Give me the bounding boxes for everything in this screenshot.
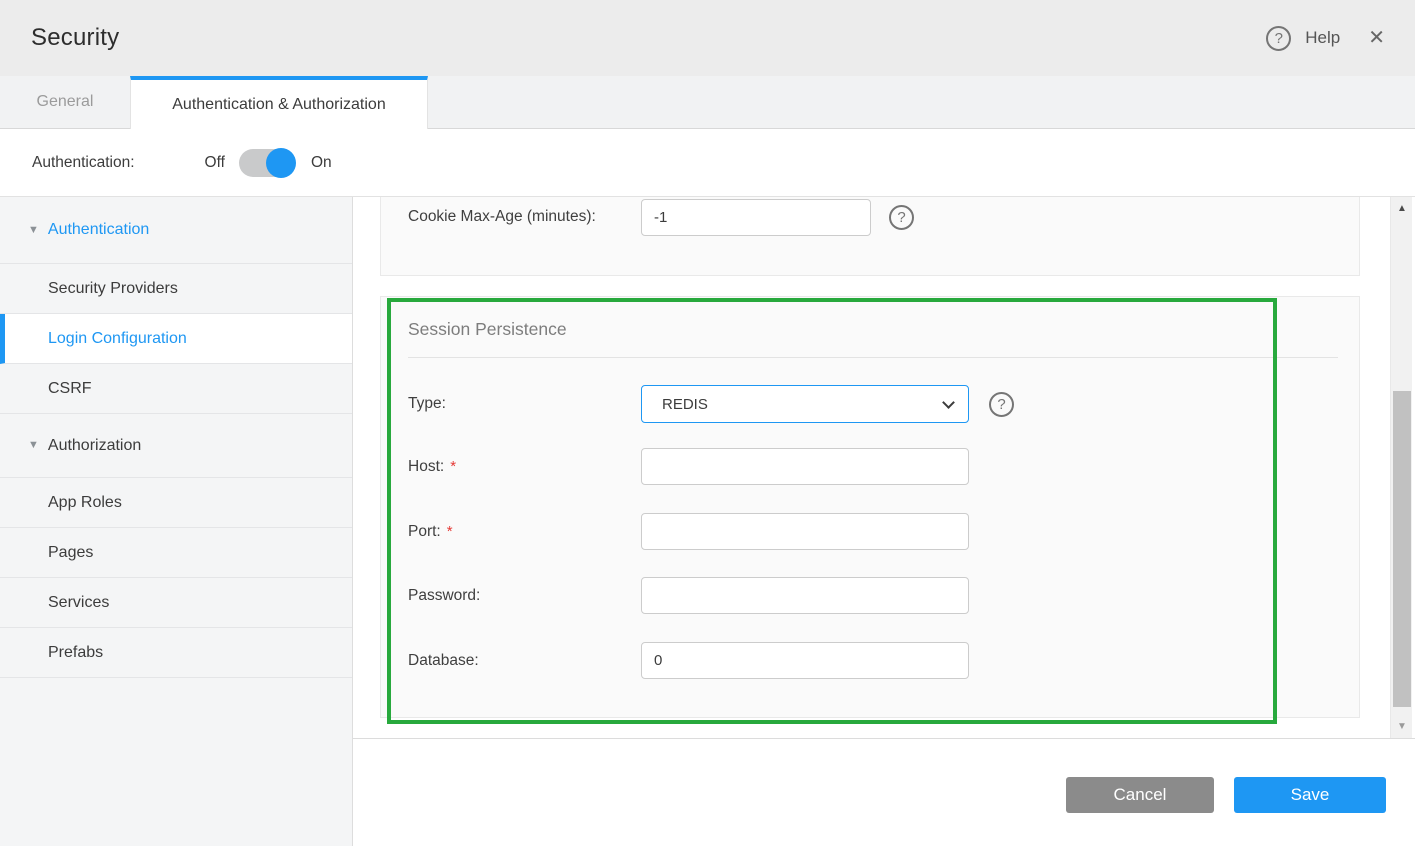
content-area: Cookie Max-Age (minutes): ? Session Pers… xyxy=(353,197,1415,846)
tab-general[interactable]: General xyxy=(0,76,130,128)
page-title: Security xyxy=(31,24,119,52)
scroll-down-arrow-icon[interactable]: ▼ xyxy=(1391,721,1413,732)
sidebar-item-security-providers[interactable]: Security Providers xyxy=(0,264,352,314)
sidebar-item-csrf[interactable]: CSRF xyxy=(0,364,352,414)
session-persistence-panel: Session Persistence Type: REDIS ? Host:*… xyxy=(380,296,1360,718)
cookie-settings-panel: Cookie Max-Age (minutes): ? xyxy=(380,197,1360,276)
scrollbar-thumb[interactable] xyxy=(1393,391,1411,707)
collapse-triangle-icon: ▼ xyxy=(28,225,39,236)
host-label: Host:* xyxy=(408,458,456,476)
authentication-toggle[interactable] xyxy=(239,149,295,177)
session-type-select[interactable]: REDIS xyxy=(641,385,969,423)
sidebar: ▼ Authentication Security Providers Logi… xyxy=(0,197,353,846)
host-input[interactable] xyxy=(641,448,969,485)
sidebar-group-label: Authentication xyxy=(48,221,149,239)
session-type-select-wrap: REDIS xyxy=(641,385,969,423)
help-icon[interactable]: ? xyxy=(989,392,1014,417)
port-input[interactable] xyxy=(641,513,969,550)
sidebar-item-app-roles[interactable]: App Roles xyxy=(0,478,352,528)
section-divider xyxy=(408,357,1338,358)
toggle-knob xyxy=(266,148,296,178)
toggle-on-label: On xyxy=(311,154,332,172)
cookie-max-age-input[interactable] xyxy=(641,199,871,236)
tab-authentication-authorization[interactable]: Authentication & Authorization xyxy=(130,76,428,129)
help-icon[interactable]: ? xyxy=(1266,26,1291,51)
help-icon-glyph: ? xyxy=(1275,30,1283,47)
help-link[interactable]: Help xyxy=(1305,28,1340,48)
collapse-triangle-icon: ▼ xyxy=(28,440,39,451)
help-icon-glyph: ? xyxy=(997,396,1005,413)
help-icon-glyph: ? xyxy=(897,209,905,226)
type-label: Type: xyxy=(408,395,446,413)
scroll-viewport: Cookie Max-Age (minutes): ? Session Pers… xyxy=(353,197,1415,738)
sidebar-group-authorization[interactable]: ▼ Authorization xyxy=(0,414,352,478)
tab-bar: General Authentication & Authorization xyxy=(0,76,1415,129)
toggle-off-label: Off xyxy=(205,154,225,172)
required-asterisk: * xyxy=(450,458,456,475)
cancel-button[interactable]: Cancel xyxy=(1066,777,1214,813)
authentication-label: Authentication: xyxy=(32,154,135,172)
sidebar-item-services[interactable]: Services xyxy=(0,578,352,628)
sidebar-item-login-configuration[interactable]: Login Configuration xyxy=(0,314,352,364)
close-icon[interactable]: ✕ xyxy=(1368,28,1385,48)
sidebar-group-authentication[interactable]: ▼ Authentication xyxy=(0,197,352,264)
sidebar-item-prefabs[interactable]: Prefabs xyxy=(0,628,352,678)
security-dialog: Security ? Help ✕ General Authentication… xyxy=(0,0,1415,845)
authentication-toggle-row: Authentication: Off On xyxy=(0,129,1415,196)
dialog-footer: Cancel Save xyxy=(353,739,1415,846)
session-persistence-title: Session Persistence xyxy=(408,319,567,340)
database-label: Database: xyxy=(408,652,479,670)
sidebar-item-pages[interactable]: Pages xyxy=(0,528,352,578)
password-label: Password: xyxy=(408,587,480,605)
save-button[interactable]: Save xyxy=(1234,777,1386,813)
vertical-scrollbar[interactable]: ▲ ▼ xyxy=(1390,197,1412,738)
password-input[interactable] xyxy=(641,577,969,614)
database-input[interactable] xyxy=(641,642,969,679)
dialog-body: ▼ Authentication Security Providers Logi… xyxy=(0,196,1415,845)
help-icon[interactable]: ? xyxy=(889,205,914,230)
dialog-header: Security ? Help ✕ xyxy=(0,0,1415,76)
required-asterisk: * xyxy=(447,523,453,540)
sidebar-group-label: Authorization xyxy=(48,437,141,455)
scroll-up-arrow-icon[interactable]: ▲ xyxy=(1391,203,1413,214)
port-label: Port:* xyxy=(408,523,453,541)
cookie-max-age-label: Cookie Max-Age (minutes): xyxy=(408,208,596,226)
